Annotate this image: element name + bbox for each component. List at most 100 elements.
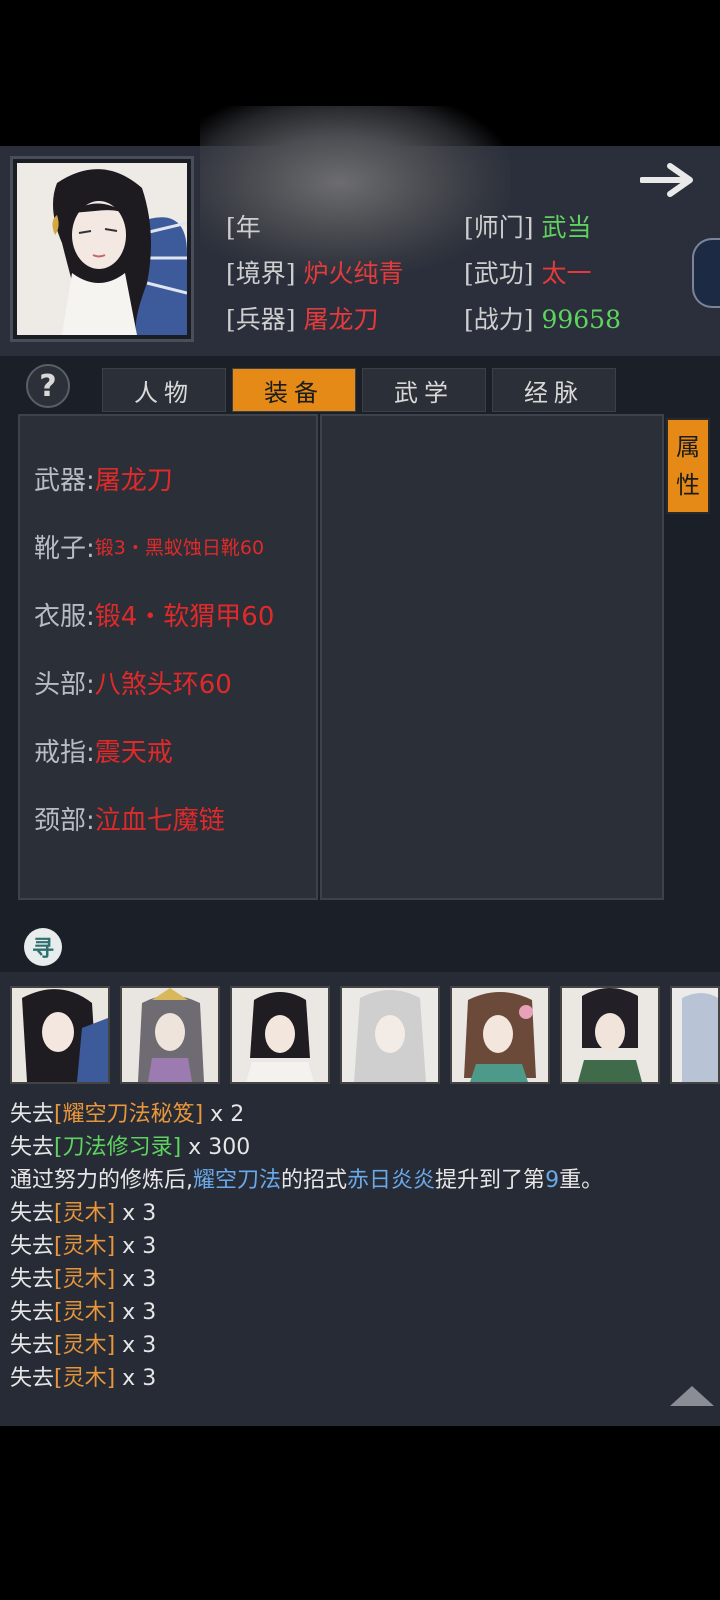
log-count: x 2 (203, 1102, 245, 1127)
log-line: 失去[灵木] x 3 (10, 1294, 156, 1326)
log-line: 失去[灵木] x 3 (10, 1327, 156, 1359)
log-text: 提升到了第 (435, 1168, 546, 1193)
character-portrait[interactable] (10, 156, 194, 342)
log-text: 失去 (10, 1333, 55, 1358)
tab-equipment[interactable]: 装备 (232, 368, 356, 412)
attr-label-1: 属 (676, 433, 700, 461)
realm-label: [境界] (226, 259, 296, 288)
next-arrow-icon[interactable] (640, 160, 698, 200)
tab-character[interactable]: 人物 (102, 368, 226, 412)
log-move: 赤日炎炎 (347, 1168, 436, 1193)
tab-label: 武学 (394, 378, 454, 407)
log-line: 失去[灵木] x 3 (10, 1228, 156, 1260)
log-toolbar (0, 922, 720, 972)
help-icon: ? (39, 368, 57, 404)
search-log-glyph: 寻 (31, 937, 54, 962)
slot-value: 锻4・软猬甲60 (94, 601, 275, 632)
age-label: [年 (226, 213, 261, 242)
slot-value: 泣血七魔链 (94, 805, 225, 836)
sect-info: [师门] 武当 (464, 208, 591, 244)
skill-value: 太一 (541, 259, 592, 288)
realm-value: 炉火纯青 (303, 259, 404, 288)
slot-label: 头部: (34, 669, 95, 700)
book-icon[interactable] (692, 238, 720, 308)
log-line: 失去[灵木] x 3 (10, 1261, 156, 1293)
tab-label: 装备 (264, 378, 324, 407)
attr-label-2: 性 (676, 471, 700, 499)
companion-avatar-1[interactable] (10, 986, 110, 1084)
equip-slot-neck[interactable]: 颈部: 泣血七魔链 (34, 798, 225, 838)
slot-label: 衣服: (34, 601, 95, 632)
skill-info: [武功] 太一 (464, 254, 591, 290)
search-log-icon[interactable]: 寻 (24, 928, 62, 966)
power-label: [战力] (464, 305, 534, 334)
tab-label: 人物 (134, 378, 194, 407)
log-line: 失去[刀法修习录] x 300 (10, 1129, 250, 1161)
companion-avatar-3[interactable] (230, 986, 330, 1084)
log-item: [灵木] (54, 1333, 116, 1358)
log-text: 的招式 (281, 1168, 348, 1193)
log-item: [耀空刀法秘笈] (54, 1102, 204, 1127)
log-count: x 3 (115, 1333, 157, 1358)
log-count: x 3 (115, 1300, 157, 1325)
equip-slot-ring[interactable]: 戒指: 震天戒 (34, 730, 173, 770)
companion-avatar-5[interactable] (450, 986, 550, 1084)
sect-label: [师门] (464, 213, 534, 242)
skill-label: [武功] (464, 259, 534, 288)
slot-value: 八煞头环60 (94, 669, 232, 700)
log-text: 通过努力的修炼后, (10, 1168, 193, 1193)
log-item: [灵木] (54, 1300, 116, 1325)
power-value: 99658 (541, 305, 621, 334)
equipment-detail-panel (320, 414, 664, 900)
log-line: 失去[灵木] x 3 (10, 1360, 156, 1392)
equip-slot-armor[interactable]: 衣服: 锻4・软猬甲60 (34, 594, 274, 634)
log-text: 失去 (10, 1366, 55, 1391)
portrait-image (17, 163, 187, 335)
log-skill: 耀空刀法 (193, 1168, 282, 1193)
log-item: [灵木] (54, 1234, 116, 1259)
companion-avatar-4[interactable] (340, 986, 440, 1084)
scroll-up-icon[interactable] (670, 1386, 714, 1406)
companion-avatar-6[interactable] (560, 986, 660, 1084)
slot-label: 戒指: (34, 737, 95, 768)
character-header: [年 [境界] 炉火纯青 [兵器] 屠龙刀 [师门] 武当 [武功] 太一 [战… (0, 106, 720, 356)
power-info: [战力] 99658 (464, 300, 621, 336)
slot-label: 颈部: (34, 805, 95, 836)
slot-value: 屠龙刀 (94, 465, 173, 496)
age-info: [年 (226, 208, 261, 244)
log-line: 失去[灵木] x 3 (10, 1195, 156, 1227)
ink-smudge (200, 106, 510, 276)
log-text: 失去 (10, 1102, 55, 1127)
weapon-value: 屠龙刀 (303, 305, 379, 334)
companion-avatar-2[interactable] (120, 986, 220, 1084)
log-count: x 3 (115, 1201, 157, 1226)
attributes-button[interactable]: 属 性 (666, 418, 710, 514)
help-button[interactable]: ? (26, 364, 70, 408)
companion-avatar-7[interactable] (670, 986, 720, 1084)
log-item: [灵木] (54, 1267, 116, 1292)
weapon-info: [兵器] 屠龙刀 (226, 300, 378, 336)
log-text: 失去 (10, 1201, 55, 1226)
equip-slot-boots[interactable]: 靴子: 锻3・黑蚁蚀日靴60 (34, 526, 264, 566)
log-text: 失去 (10, 1267, 55, 1292)
log-item: [灵木] (54, 1366, 116, 1391)
equip-slot-head[interactable]: 头部: 八煞头环60 (34, 662, 232, 702)
log-count: x 3 (115, 1267, 157, 1292)
log-line: 通过努力的修炼后,耀空刀法的招式赤日炎炎提升到了第9重。 (10, 1162, 603, 1194)
log-text: 失去 (10, 1234, 55, 1259)
equip-slot-weapon[interactable]: 武器: 屠龙刀 (34, 458, 173, 498)
tab-martial-arts[interactable]: 武学 (362, 368, 486, 412)
tab-label: 经脉 (524, 378, 584, 407)
realm-info: [境界] 炉火纯青 (226, 254, 403, 290)
log-item: [刀法修习录] (54, 1135, 182, 1160)
log-count: x 3 (115, 1366, 157, 1391)
tab-meridians[interactable]: 经脉 (492, 368, 616, 412)
log-text: 失去 (10, 1300, 55, 1325)
slot-label: 靴子: (34, 533, 95, 564)
slot-label: 武器: (34, 465, 95, 496)
slot-value: 锻3・黑蚁蚀日靴60 (94, 536, 265, 559)
sect-value: 武当 (541, 213, 592, 242)
log-text: 失去 (10, 1135, 55, 1160)
slot-value: 震天戒 (94, 737, 173, 768)
log-count: x 300 (181, 1135, 251, 1160)
